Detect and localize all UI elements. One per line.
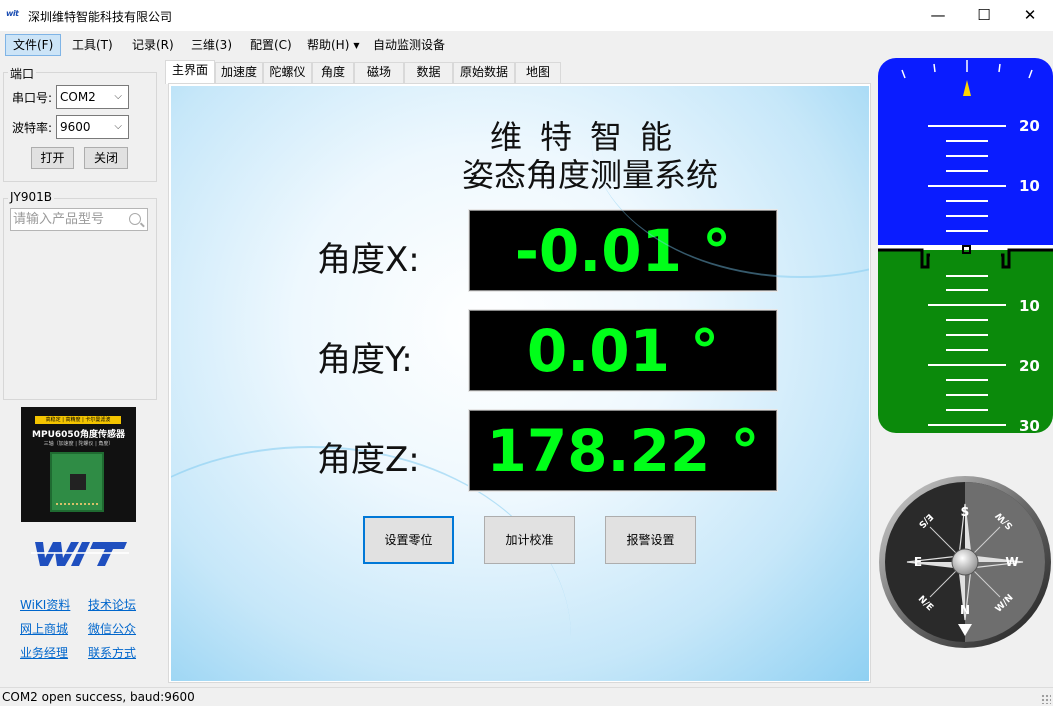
link-forum[interactable]: 技术论坛 bbox=[88, 596, 136, 613]
chevron-down-icon: ⌵ bbox=[114, 91, 122, 102]
status-text: COM2 open success, baud:9600 bbox=[2, 690, 195, 704]
menu-help-label: 帮助(H) bbox=[307, 38, 350, 52]
main-display-area: 维特智能 姿态角度测量系统 角度X: -0.01 ° 角度Y: 0.01 ° 角… bbox=[171, 86, 869, 681]
search-icon[interactable] bbox=[129, 213, 141, 225]
status-bar: COM2 open success, baud:9600 bbox=[0, 687, 1053, 706]
window-title: 深圳维特智能科技有限公司 bbox=[28, 10, 173, 24]
product-title: MPU6050角度传感器 bbox=[32, 430, 125, 440]
resize-grip-icon[interactable] bbox=[1041, 694, 1051, 704]
menu-3d[interactable]: 三维(3) bbox=[183, 34, 240, 56]
link-contact[interactable]: 联系方式 bbox=[88, 644, 136, 661]
heading-system: 姿态角度测量系统 bbox=[171, 150, 869, 196]
chip-icon bbox=[70, 474, 86, 490]
attitude-indicator: 20 10 10 20 30 bbox=[878, 58, 1053, 433]
link-wechat[interactable]: 微信公众 bbox=[88, 620, 136, 637]
compass-n: N bbox=[960, 603, 970, 617]
alarm-settings-button[interactable]: 报警设置 bbox=[605, 516, 696, 564]
set-zero-button[interactable]: 设置零位 bbox=[363, 516, 454, 564]
witmotion-logo-icon bbox=[31, 542, 129, 566]
compass-w: W bbox=[1005, 555, 1018, 569]
artificial-horizon-icon: 20 10 10 20 30 bbox=[878, 58, 1053, 433]
model-search-placeholder: 请输入产品型号 bbox=[13, 212, 105, 227]
menu-auto-detect[interactable]: 自动监测设备 bbox=[365, 34, 453, 56]
pitch-label-down-20: 20 bbox=[1019, 357, 1040, 375]
compass-e: E bbox=[914, 555, 922, 569]
heading-system-text: 姿态角度测量系统 bbox=[461, 156, 718, 194]
baud-rate-label: 波特率: bbox=[12, 121, 53, 135]
menu-record[interactable]: 记录(R) bbox=[124, 34, 182, 56]
angle-z-display: 178.22 ° bbox=[468, 409, 778, 492]
serial-port-value: COM2 bbox=[60, 90, 96, 104]
serial-port-select[interactable]: COM2 ⌵ bbox=[56, 85, 129, 109]
menu-file[interactable]: 文件(F) bbox=[5, 34, 62, 56]
compass-s: S bbox=[961, 505, 970, 519]
tab-raw-data[interactable]: 原始数据 bbox=[453, 62, 515, 83]
angle-x-display: -0.01 ° bbox=[468, 209, 778, 292]
pitch-label-down-30: 30 bbox=[1019, 417, 1040, 433]
link-sales-manager[interactable]: 业务经理 bbox=[20, 644, 68, 661]
chevron-down-icon: ⌵ bbox=[114, 121, 122, 132]
title-bar: wit 深圳维特智能科技有限公司 — ☐ ✕ bbox=[0, 0, 1053, 31]
app-logo-icon: wit bbox=[6, 9, 19, 18]
tab-acceleration[interactable]: 加速度 bbox=[215, 62, 263, 83]
angle-z-value: 178.22 ° bbox=[486, 417, 760, 485]
angle-y-value: 0.01 ° bbox=[526, 317, 720, 385]
maximize-button[interactable]: ☐ bbox=[961, 0, 1007, 31]
tab-main[interactable]: 主界面 bbox=[165, 60, 215, 84]
angle-x-value: -0.01 ° bbox=[514, 217, 732, 285]
close-port-button[interactable]: 关闭 bbox=[84, 147, 128, 169]
angle-y-display: 0.01 ° bbox=[468, 309, 778, 392]
model-search-input[interactable]: 请输入产品型号 bbox=[10, 208, 148, 231]
minimize-button[interactable]: — bbox=[915, 0, 961, 31]
angle-y-label: 角度Y: bbox=[317, 340, 413, 380]
angle-z-label: 角度Z: bbox=[317, 440, 420, 480]
link-wiki[interactable]: WiKI资料 bbox=[20, 596, 70, 613]
sensor-board-icon bbox=[50, 452, 104, 512]
link-store[interactable]: 网上商城 bbox=[20, 620, 68, 637]
pin-header-icon bbox=[56, 503, 98, 507]
product-ad-image[interactable]: 高稳定 | 高精度 | 卡尔曼滤波 MPU6050角度传感器 三轴（加速度 | … bbox=[21, 407, 136, 522]
menu-help[interactable]: 帮助(H) ▼ bbox=[299, 34, 368, 56]
tab-gyroscope[interactable]: 陀螺仪 bbox=[263, 62, 312, 83]
pitch-label-up-20: 20 bbox=[1019, 117, 1040, 135]
close-button[interactable]: ✕ bbox=[1007, 0, 1053, 31]
pitch-label-down-10: 10 bbox=[1019, 297, 1040, 315]
tab-angle[interactable]: 角度 bbox=[312, 62, 354, 83]
model-group-title: JY901B bbox=[8, 190, 55, 204]
serial-port-label: 串口号: bbox=[12, 91, 53, 105]
open-port-button[interactable]: 打开 bbox=[31, 147, 74, 169]
tab-data[interactable]: 数据 bbox=[404, 62, 453, 83]
tab-magnetic[interactable]: 磁场 bbox=[354, 62, 404, 83]
menu-bar: 文件(F) 工具(T) 记录(R) 三维(3) 配置(C) 帮助(H) ▼ 自动监… bbox=[0, 31, 1053, 58]
menu-tools[interactable]: 工具(T) bbox=[64, 34, 121, 56]
baud-rate-value: 9600 bbox=[60, 120, 91, 134]
menu-config[interactable]: 配置(C) bbox=[242, 34, 300, 56]
compass-icon: N S E W N/E E/S S/W W/N bbox=[879, 476, 1051, 648]
port-group-title: 端口 bbox=[8, 65, 37, 82]
accel-calibrate-button[interactable]: 加计校准 bbox=[484, 516, 575, 564]
pitch-label-up-10: 10 bbox=[1019, 177, 1040, 195]
product-subtitle: 三轴（加速度 | 陀螺仪 | 角度） bbox=[43, 441, 114, 447]
baud-rate-select[interactable]: 9600 ⌵ bbox=[56, 115, 129, 139]
product-tag-line: 高稳定 | 高精度 | 卡尔曼滤波 bbox=[35, 416, 121, 424]
angle-x-label: 角度X: bbox=[317, 240, 420, 280]
tab-map[interactable]: 地图 bbox=[515, 62, 561, 83]
dropdown-arrow-icon: ▼ bbox=[353, 40, 360, 50]
